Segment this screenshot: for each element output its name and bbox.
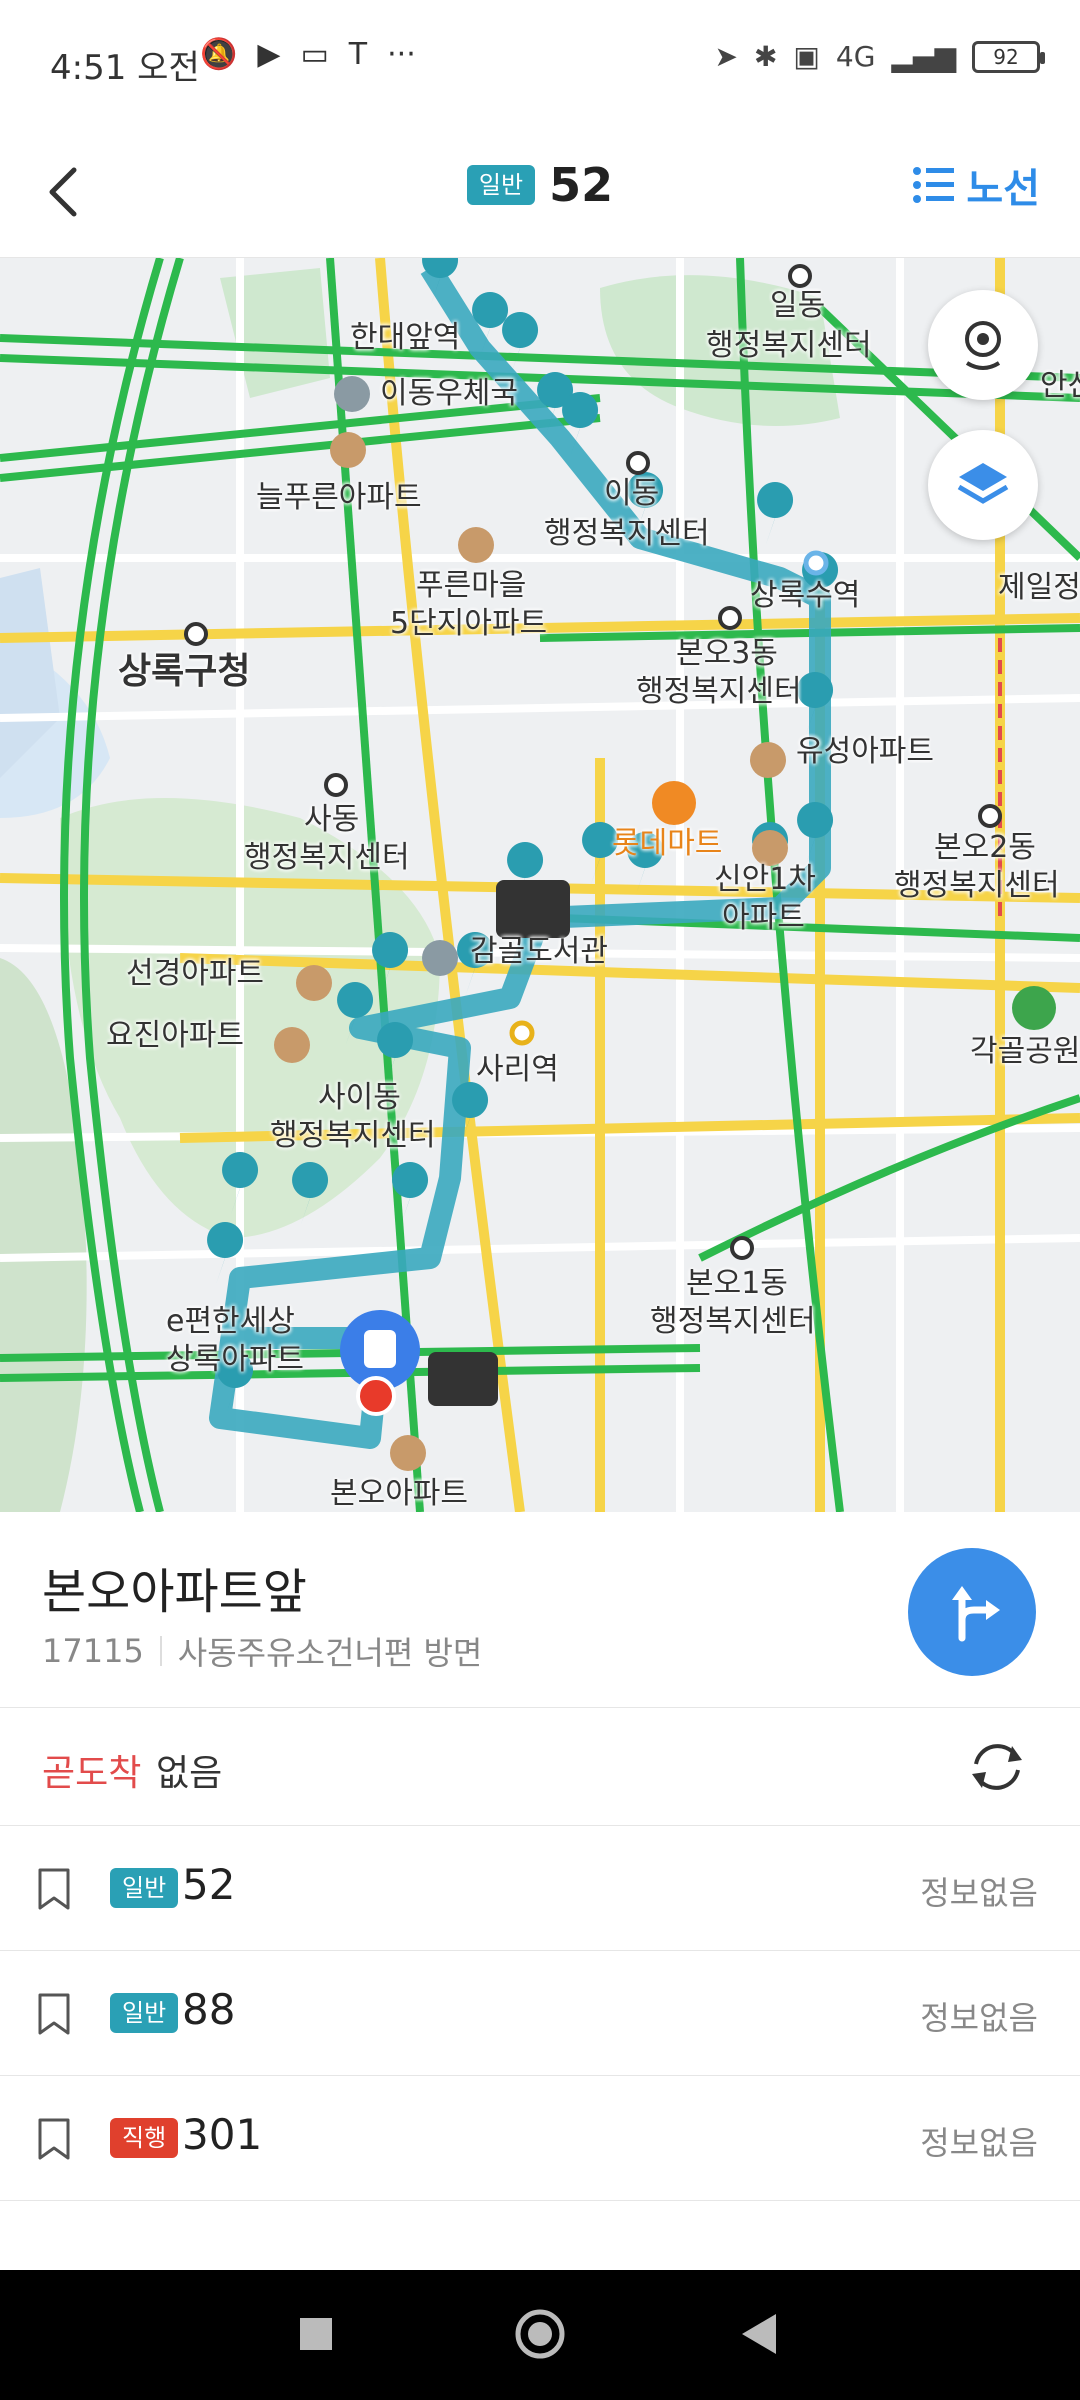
t-icon: T — [348, 37, 368, 72]
map-label-bono2-1: 본오2동 — [934, 830, 1036, 865]
recents-icon[interactable] — [300, 2318, 332, 2350]
status-bar: 4:51 오전 🔕 ▶ ▭ T ··· ➤ ✱ ▣ 4G ▂▄▆ 92 — [0, 0, 1080, 128]
bus-number: 301 — [182, 2110, 263, 2159]
refresh-icon — [972, 1744, 1022, 1790]
map-label-sadong-1: 사동 — [304, 802, 360, 837]
list-icon — [913, 167, 955, 203]
map-label-sadong-2: 행정복지센터 — [244, 840, 410, 875]
arrival-row: 곧도착 없음 — [0, 1708, 1080, 1826]
divider — [159, 1636, 162, 1666]
map-label-ildong-center: 행정복지센터 — [706, 328, 872, 363]
map-label-pureunmaeul-2: 5단지아파트 — [390, 606, 548, 641]
layers-icon — [957, 463, 1009, 504]
map-label-sangnok-station: 상록수역 — [750, 578, 861, 613]
map-label-sari: 사리역 — [476, 1052, 559, 1087]
back-icon[interactable] — [742, 2314, 776, 2354]
bus-type-badge: 일반 — [110, 1993, 179, 2033]
bookmark-icon[interactable] — [36, 2116, 72, 2162]
directions-button[interactable] — [908, 1548, 1036, 1676]
map-label-sinan-2: 아파트 — [722, 900, 805, 935]
network-label: 4G — [835, 40, 876, 73]
map-label-neulpureun: 늘푸른아파트 — [256, 480, 422, 515]
more-icon: ··· — [387, 37, 416, 72]
map-label-handae: 한대앞역 — [350, 320, 461, 355]
map-label-epyeonhan-2: 상록아파트 — [166, 1342, 304, 1377]
status-notification-icons: 🔕 ▶ ▭ T ··· — [200, 40, 416, 70]
stop-name: 본오아파트앞 — [42, 1564, 307, 1620]
layers-button[interactable] — [928, 430, 1038, 540]
play-icon: ▶ — [257, 37, 281, 72]
status-system-icons: ➤ ✱ ▣ 4G ▂▄▆ 92 — [714, 40, 1045, 73]
bus-number: 88 — [182, 1985, 236, 2034]
map-label-sinan-1: 신안1차 — [714, 862, 816, 897]
system-nav-bar — [0, 2270, 1080, 2400]
map-label-bono1-1: 본오1동 — [686, 1266, 788, 1301]
bookmark-icon[interactable] — [36, 1866, 72, 1912]
street-view-icon — [965, 321, 1001, 370]
bus-arrival-info: 정보없음 — [920, 1999, 1038, 2037]
arrival-label: 곧도착 — [42, 1753, 142, 1794]
map-label-sai-2: 행정복지센터 — [270, 1118, 436, 1153]
map-label-yuseong: 유성아파트 — [796, 734, 934, 769]
bus-type-badge: 직행 — [110, 2118, 179, 2158]
map-label-ansan: 안산 — [1040, 368, 1080, 403]
map-label-sangnok-gu: 상록구청 — [118, 651, 251, 692]
map-label-lotte: 롯데마트 — [612, 826, 723, 861]
bus-type-badge: 일반 — [110, 1868, 179, 1908]
map-label-epyeonhan-1: e편한세상 — [166, 1304, 295, 1339]
route-number: 52 — [549, 158, 614, 212]
route-map[interactable]: 한대앞역 이동우체국 일동 행정복지센터 안산 늘푸른아파트 이동 행정복지센터… — [0, 258, 1080, 1512]
app-icon: ▭ — [300, 37, 329, 72]
stop-direction: 사동주유소건너편 방면 — [177, 1634, 483, 1672]
map-label-pureunmaeul-1: 푸른마을 — [416, 568, 527, 603]
bluetooth-icon: ✱ — [753, 40, 778, 73]
map-label-bono-apt: 본오아파트 — [330, 1476, 468, 1511]
status-time: 4:51 오전 — [50, 48, 200, 88]
map-label-yojin: 요진아파트 — [106, 1018, 244, 1053]
map-label-bono2-2: 행정복지센터 — [894, 868, 1060, 903]
bus-row[interactable]: 직행 301 정보없음 — [0, 2076, 1080, 2201]
route-list-label: 노선 — [966, 166, 1040, 212]
bus-number: 52 — [182, 1860, 236, 1909]
bus-row[interactable]: 일반 52 정보없음 — [0, 1826, 1080, 1951]
refresh-button[interactable] — [964, 1734, 1030, 1800]
map-label-bono1-2: 행정복지센터 — [650, 1304, 816, 1339]
location-icon: ➤ — [714, 40, 738, 73]
map-label-idong-post: 이동우체국 — [380, 376, 518, 411]
map-label-idong-center-2: 행정복지센터 — [544, 516, 710, 551]
battery-icon: 92 — [972, 40, 1045, 73]
stop-info-panel: 본오아파트앞 17115 사동주유소건너편 방면 — [0, 1512, 1080, 1708]
directions-icon — [952, 1586, 1000, 1642]
map-label-bono3-2: 행정복지센터 — [636, 674, 802, 709]
map-label-seongyeong: 선경아파트 — [126, 956, 264, 991]
map-label-jeil: 제일정 — [998, 570, 1080, 605]
nav-buttons — [300, 2309, 776, 2359]
map-label-idong-center-1: 이동 — [604, 476, 660, 511]
map-label-library: 감골도서관 — [470, 934, 608, 969]
bus-arrival-info: 정보없음 — [920, 2124, 1038, 2162]
bus-row[interactable]: 일반 88 정보없음 — [0, 1951, 1080, 2076]
arrival-value: 없음 — [156, 1753, 223, 1794]
map-label-sai-1: 사이동 — [318, 1080, 401, 1115]
mute-icon: 🔕 — [200, 37, 238, 72]
signal-icon: ▂▄▆ — [891, 40, 956, 73]
bookmark-icon[interactable] — [36, 1991, 72, 2037]
route-type-badge: 일반 — [466, 165, 536, 205]
bus-arrival-info: 정보없음 — [920, 1874, 1038, 1912]
volte-icon: ▣ — [793, 40, 820, 73]
stop-subinfo: 17115 사동주유소건너편 방면 — [42, 1628, 482, 1674]
map-label-ildong: 일동 — [770, 288, 826, 323]
route-list-button[interactable]: 노선 — [912, 156, 1040, 214]
stop-id: 17115 — [42, 1632, 144, 1670]
street-view-button[interactable] — [928, 290, 1038, 400]
map-label-gakgol: 각골공원 — [970, 1034, 1080, 1069]
header: 일반 52 노선 — [0, 128, 1080, 258]
map-label-bono3-1: 본오3동 — [676, 636, 778, 671]
